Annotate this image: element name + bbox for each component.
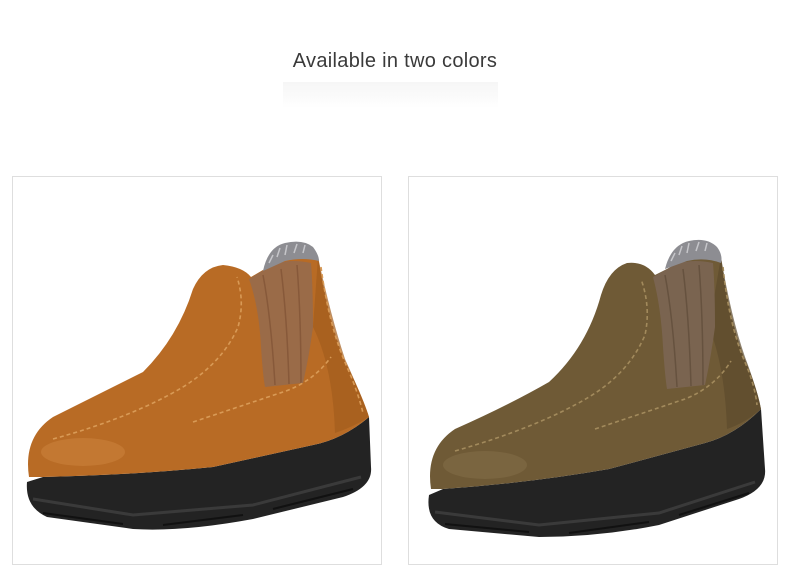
product-image-tan-boot[interactable] bbox=[12, 176, 382, 565]
headline: Available in two colors bbox=[292, 50, 498, 72]
olive-boot-illustration bbox=[428, 239, 766, 537]
product-image-olive-boot[interactable] bbox=[408, 176, 778, 565]
headline-shadow bbox=[283, 82, 498, 108]
tan-boot-illustration bbox=[26, 241, 372, 530]
